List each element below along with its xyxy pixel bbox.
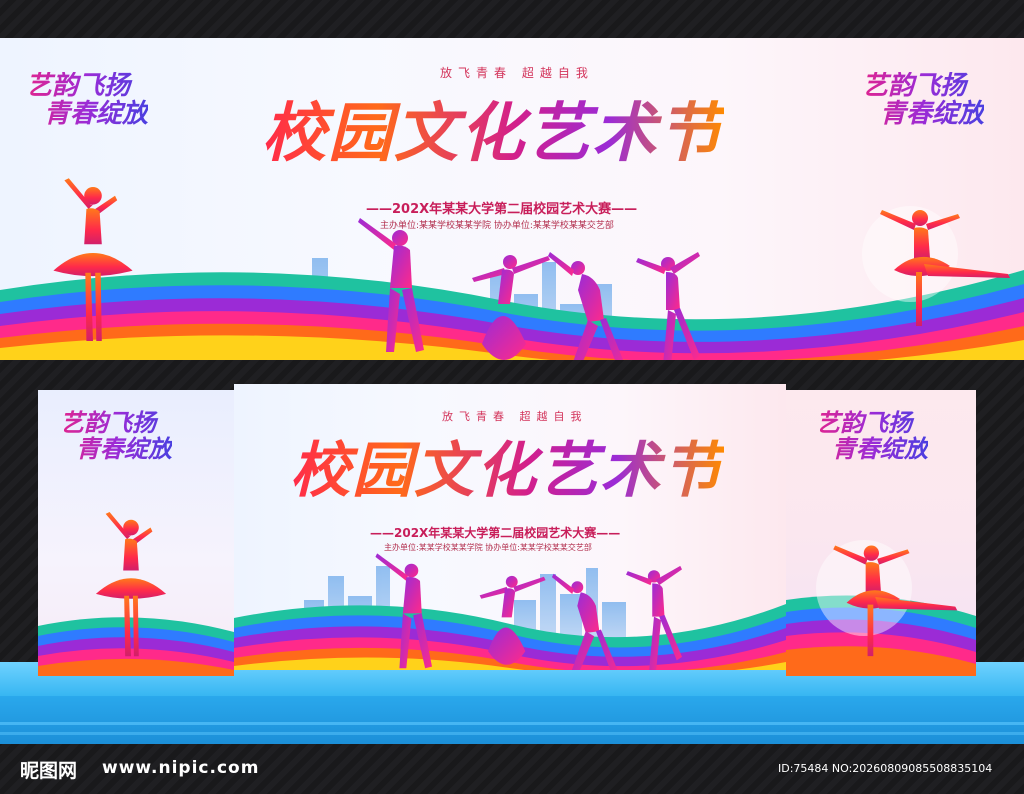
dancer-1	[356, 214, 436, 354]
main-title: 校园文化艺术节	[262, 82, 724, 174]
ballerina	[86, 510, 176, 666]
slogan-line1: 艺韵飞扬	[816, 408, 912, 437]
dancer-4	[626, 564, 696, 670]
dancer-1	[372, 550, 444, 670]
image-id-text: ID:75484 NO:20260809085508835104	[778, 762, 993, 775]
slogan-line2: 青春绽放	[880, 99, 985, 130]
slogan-line1: 艺韵飞扬	[60, 408, 156, 437]
ballerina-left	[48, 176, 138, 352]
slogan-right: 艺韵飞扬 青春绽放	[816, 410, 928, 462]
dancer-2	[460, 570, 550, 670]
ballerina-right	[880, 198, 1020, 332]
stage-left-panel: 艺韵飞扬 青春绽放	[38, 390, 234, 676]
ballerina	[830, 536, 970, 660]
dancer-3	[548, 250, 638, 360]
slogan-left: 艺韵飞扬 青春绽放	[60, 410, 172, 462]
stage-steps	[0, 722, 1024, 735]
stage-center-panel: 放飞青春 超越自我 校园文化艺术节 ——202X年某某大学第二届校园艺术大赛——…	[234, 384, 786, 670]
slogan-line1: 艺韵飞扬	[26, 71, 131, 101]
slogan-line2: 青春绽放	[832, 433, 928, 463]
dancer-3	[550, 572, 630, 670]
slogan-line2: 青春绽放	[76, 433, 172, 463]
slogan-line1: 艺韵飞扬	[862, 71, 967, 101]
dancer-4	[636, 250, 716, 360]
slogan-left: 艺韵飞扬 青春绽放	[26, 72, 148, 128]
nipic-logo: 昵图网	[20, 760, 78, 782]
top-banner: 艺韵飞扬 青春绽放 艺韵飞扬 青春绽放 放飞青春 超越自我 校园文化艺术节 ——…	[0, 38, 1024, 360]
slogan-right: 艺韵飞扬 青春绽放	[862, 72, 984, 128]
nipic-url: www.nipic.com	[102, 758, 260, 778]
stage-right-panel: 艺韵飞扬 青春绽放	[786, 390, 976, 676]
slogan-line2: 青春绽放	[44, 99, 149, 130]
dancer-2	[452, 248, 552, 360]
subtitle: ——202X年某某大学第二届校园艺术大赛——	[370, 526, 621, 540]
tagline: 放飞青春 超越自我	[440, 66, 594, 80]
main-title: 校园文化艺术节	[290, 422, 724, 509]
